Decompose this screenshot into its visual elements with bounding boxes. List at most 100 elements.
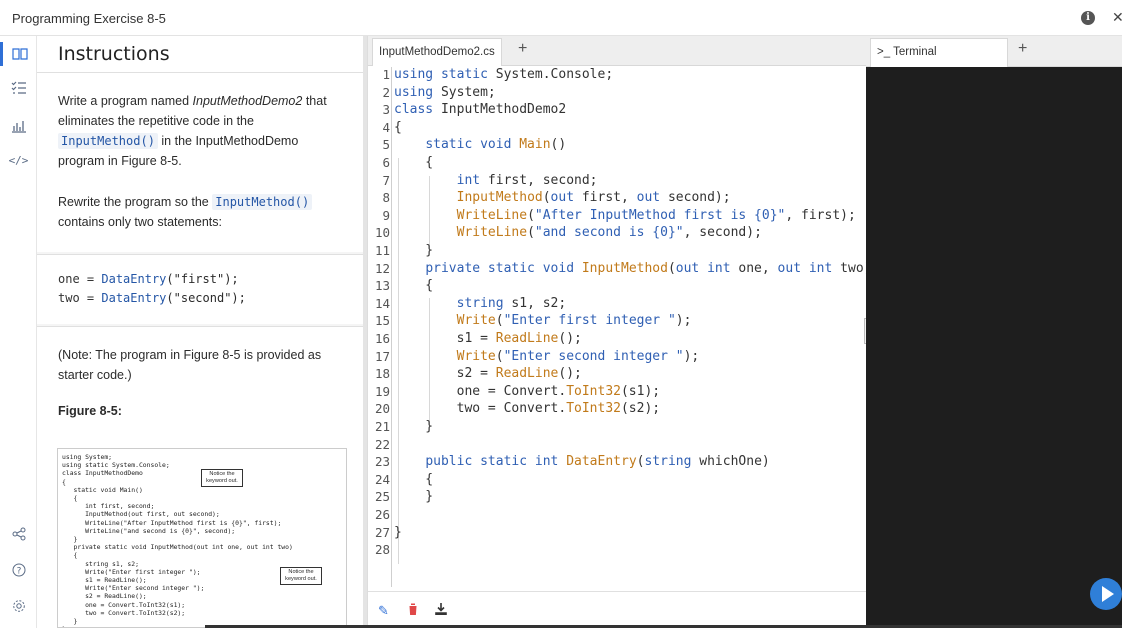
line-number-gutter: 1 2 3 4 5 6 7 8 9 10 11 12 13 14 15 16 17 18 19 20 21 22 23 24 2… <box>368 67 392 587</box>
title-bar: Programming Exercise 8-5 i ✕ <box>0 0 1122 36</box>
share-icon[interactable] <box>0 522 37 546</box>
line-number: 25 <box>374 489 390 504</box>
code-line: { <box>394 120 402 135</box>
code-line: Write("Enter second integer "); <box>456 349 700 364</box>
code-line: static void Main() <box>425 137 567 152</box>
add-terminal-button[interactable]: + <box>1018 40 1027 58</box>
line-number: 14 <box>374 296 390 311</box>
terminal-output[interactable] <box>866 67 1122 626</box>
download-icon[interactable] <box>435 603 447 618</box>
p1-inline-code: InputMethod() <box>58 133 158 149</box>
bar-chart-icon[interactable] <box>0 114 37 138</box>
code-line: int first, second; <box>456 173 598 188</box>
line-number: 1 <box>382 67 390 82</box>
line-number: 17 <box>374 349 390 364</box>
line-number: 10 <box>374 225 390 240</box>
code-line: using static System.Console; <box>394 67 614 82</box>
line-number: 7 <box>382 173 390 188</box>
line-number: 3 <box>382 102 390 117</box>
code-line: WriteLine("and second is {0}", second); <box>456 225 762 240</box>
figure-code: using System; using static System.Consol… <box>62 453 293 627</box>
snippet-line-2: two = DataEntry("second"); <box>58 291 246 305</box>
line-number: 20 <box>374 401 390 416</box>
line-number: 28 <box>374 542 390 557</box>
line-number: 16 <box>374 331 390 346</box>
play-icon[interactable] <box>1090 578 1122 610</box>
snippet-card: one = DataEntry("first"); two = DataEntr… <box>37 254 363 324</box>
note-text: (Note: The program in Figure 8-5 is prov… <box>58 348 322 382</box>
paragraph-1: Write a program named InputMethodDemo2 t… <box>58 91 343 171</box>
figure-label: Figure 8-5: <box>58 404 122 418</box>
line-number: 18 <box>374 366 390 381</box>
code-line: s2 = ReadLine(); <box>394 366 582 381</box>
code-line: WriteLine("After InputMethod first is {0… <box>456 208 856 223</box>
p1-text-a: Write a program named <box>58 94 193 108</box>
instructions-panel: Instructions Write a program named Input… <box>37 36 363 628</box>
code-line: InputMethod(out first, out second); <box>456 190 731 205</box>
list-icon[interactable] <box>0 76 37 100</box>
line-number: 19 <box>374 384 390 399</box>
p2-text-a: Rewrite the program so the <box>58 195 213 209</box>
code-line: one = Convert.ToInt32(s1); <box>394 384 661 399</box>
terminal-tab-bar: >_ Terminal + <box>866 36 1122 67</box>
snippet-line-1: one = DataEntry("first"); <box>58 272 239 286</box>
code-icon[interactable]: </> <box>0 148 37 172</box>
code-line: } <box>394 525 402 540</box>
line-number: 13 <box>374 278 390 293</box>
code-line: using System; <box>394 85 496 100</box>
line-number: 5 <box>382 137 390 152</box>
line-number: 2 <box>382 85 390 100</box>
line-number: 27 <box>374 525 390 540</box>
line-number: 15 <box>374 313 390 328</box>
instructions-header: Instructions <box>37 36 363 72</box>
code-editor: InputMethodDemo2.cs + 1 2 3 4 5 6 7 8 9 10 11 12 13 1… <box>367 36 871 628</box>
figure-callout-2: Notice the keyword out. <box>280 567 322 585</box>
figure-8-5-image: using System; using static System.Consol… <box>57 448 347 628</box>
tab-inputmethoddemo2[interactable]: InputMethodDemo2.cs <box>372 38 502 66</box>
code-line: { <box>394 472 434 487</box>
line-number: 8 <box>382 190 390 205</box>
line-number: 21 <box>374 419 390 434</box>
trash-icon[interactable] <box>408 603 418 618</box>
window-title: Programming Exercise 8-5 <box>12 11 166 26</box>
line-number: 4 <box>382 120 390 135</box>
add-tab-button[interactable]: + <box>518 40 527 58</box>
paragraph-2: Rewrite the program so the InputMethod()… <box>58 192 343 232</box>
editor-toolbar: ✎ <box>368 591 867 628</box>
p2-inline-code: InputMethod() <box>212 194 313 210</box>
figure-callout-1: Notice the keyword out. <box>201 469 243 487</box>
left-rail: </> ? <box>0 36 37 628</box>
line-number: 23 <box>374 454 390 469</box>
terminal-pane: >_ Terminal + <box>866 36 1122 628</box>
code-line: { <box>394 278 434 293</box>
editor-tab-bar: InputMethodDemo2.cs + <box>368 36 867 66</box>
close-icon[interactable]: ✕ <box>1112 9 1122 26</box>
code-line: private static void InputMethod(out int … <box>425 261 872 276</box>
code-line: } <box>394 419 434 434</box>
p1-program-name: InputMethodDemo2 <box>192 94 303 108</box>
line-number: 6 <box>382 155 390 170</box>
settings-icon[interactable] <box>0 594 37 618</box>
svg-text:?: ? <box>16 567 21 577</box>
book-icon[interactable] <box>0 42 37 66</box>
tab-terminal[interactable]: >_ Terminal <box>870 38 1008 67</box>
line-number: 9 <box>382 208 390 223</box>
instructions-heading: Instructions <box>58 43 170 65</box>
help-icon[interactable]: ? <box>0 558 37 582</box>
code-line: { <box>394 155 434 170</box>
code-line: Write("Enter first integer "); <box>456 313 692 328</box>
line-number: 12 <box>374 261 390 276</box>
line-number: 26 <box>374 507 390 522</box>
code-line: s1 = ReadLine(); <box>394 331 582 346</box>
code-line: } <box>394 489 434 504</box>
code-line: public static int DataEntry(string which… <box>425 454 770 469</box>
p2-text-b: contains only two statements: <box>58 215 222 229</box>
pencil-icon[interactable]: ✎ <box>378 603 389 619</box>
code-line: string s1, s2; <box>456 296 567 311</box>
info-icon[interactable]: i <box>1081 11 1095 25</box>
line-number: 22 <box>374 437 390 452</box>
instructions-card-1: Write a program named InputMethodDemo2 t… <box>37 72 363 252</box>
